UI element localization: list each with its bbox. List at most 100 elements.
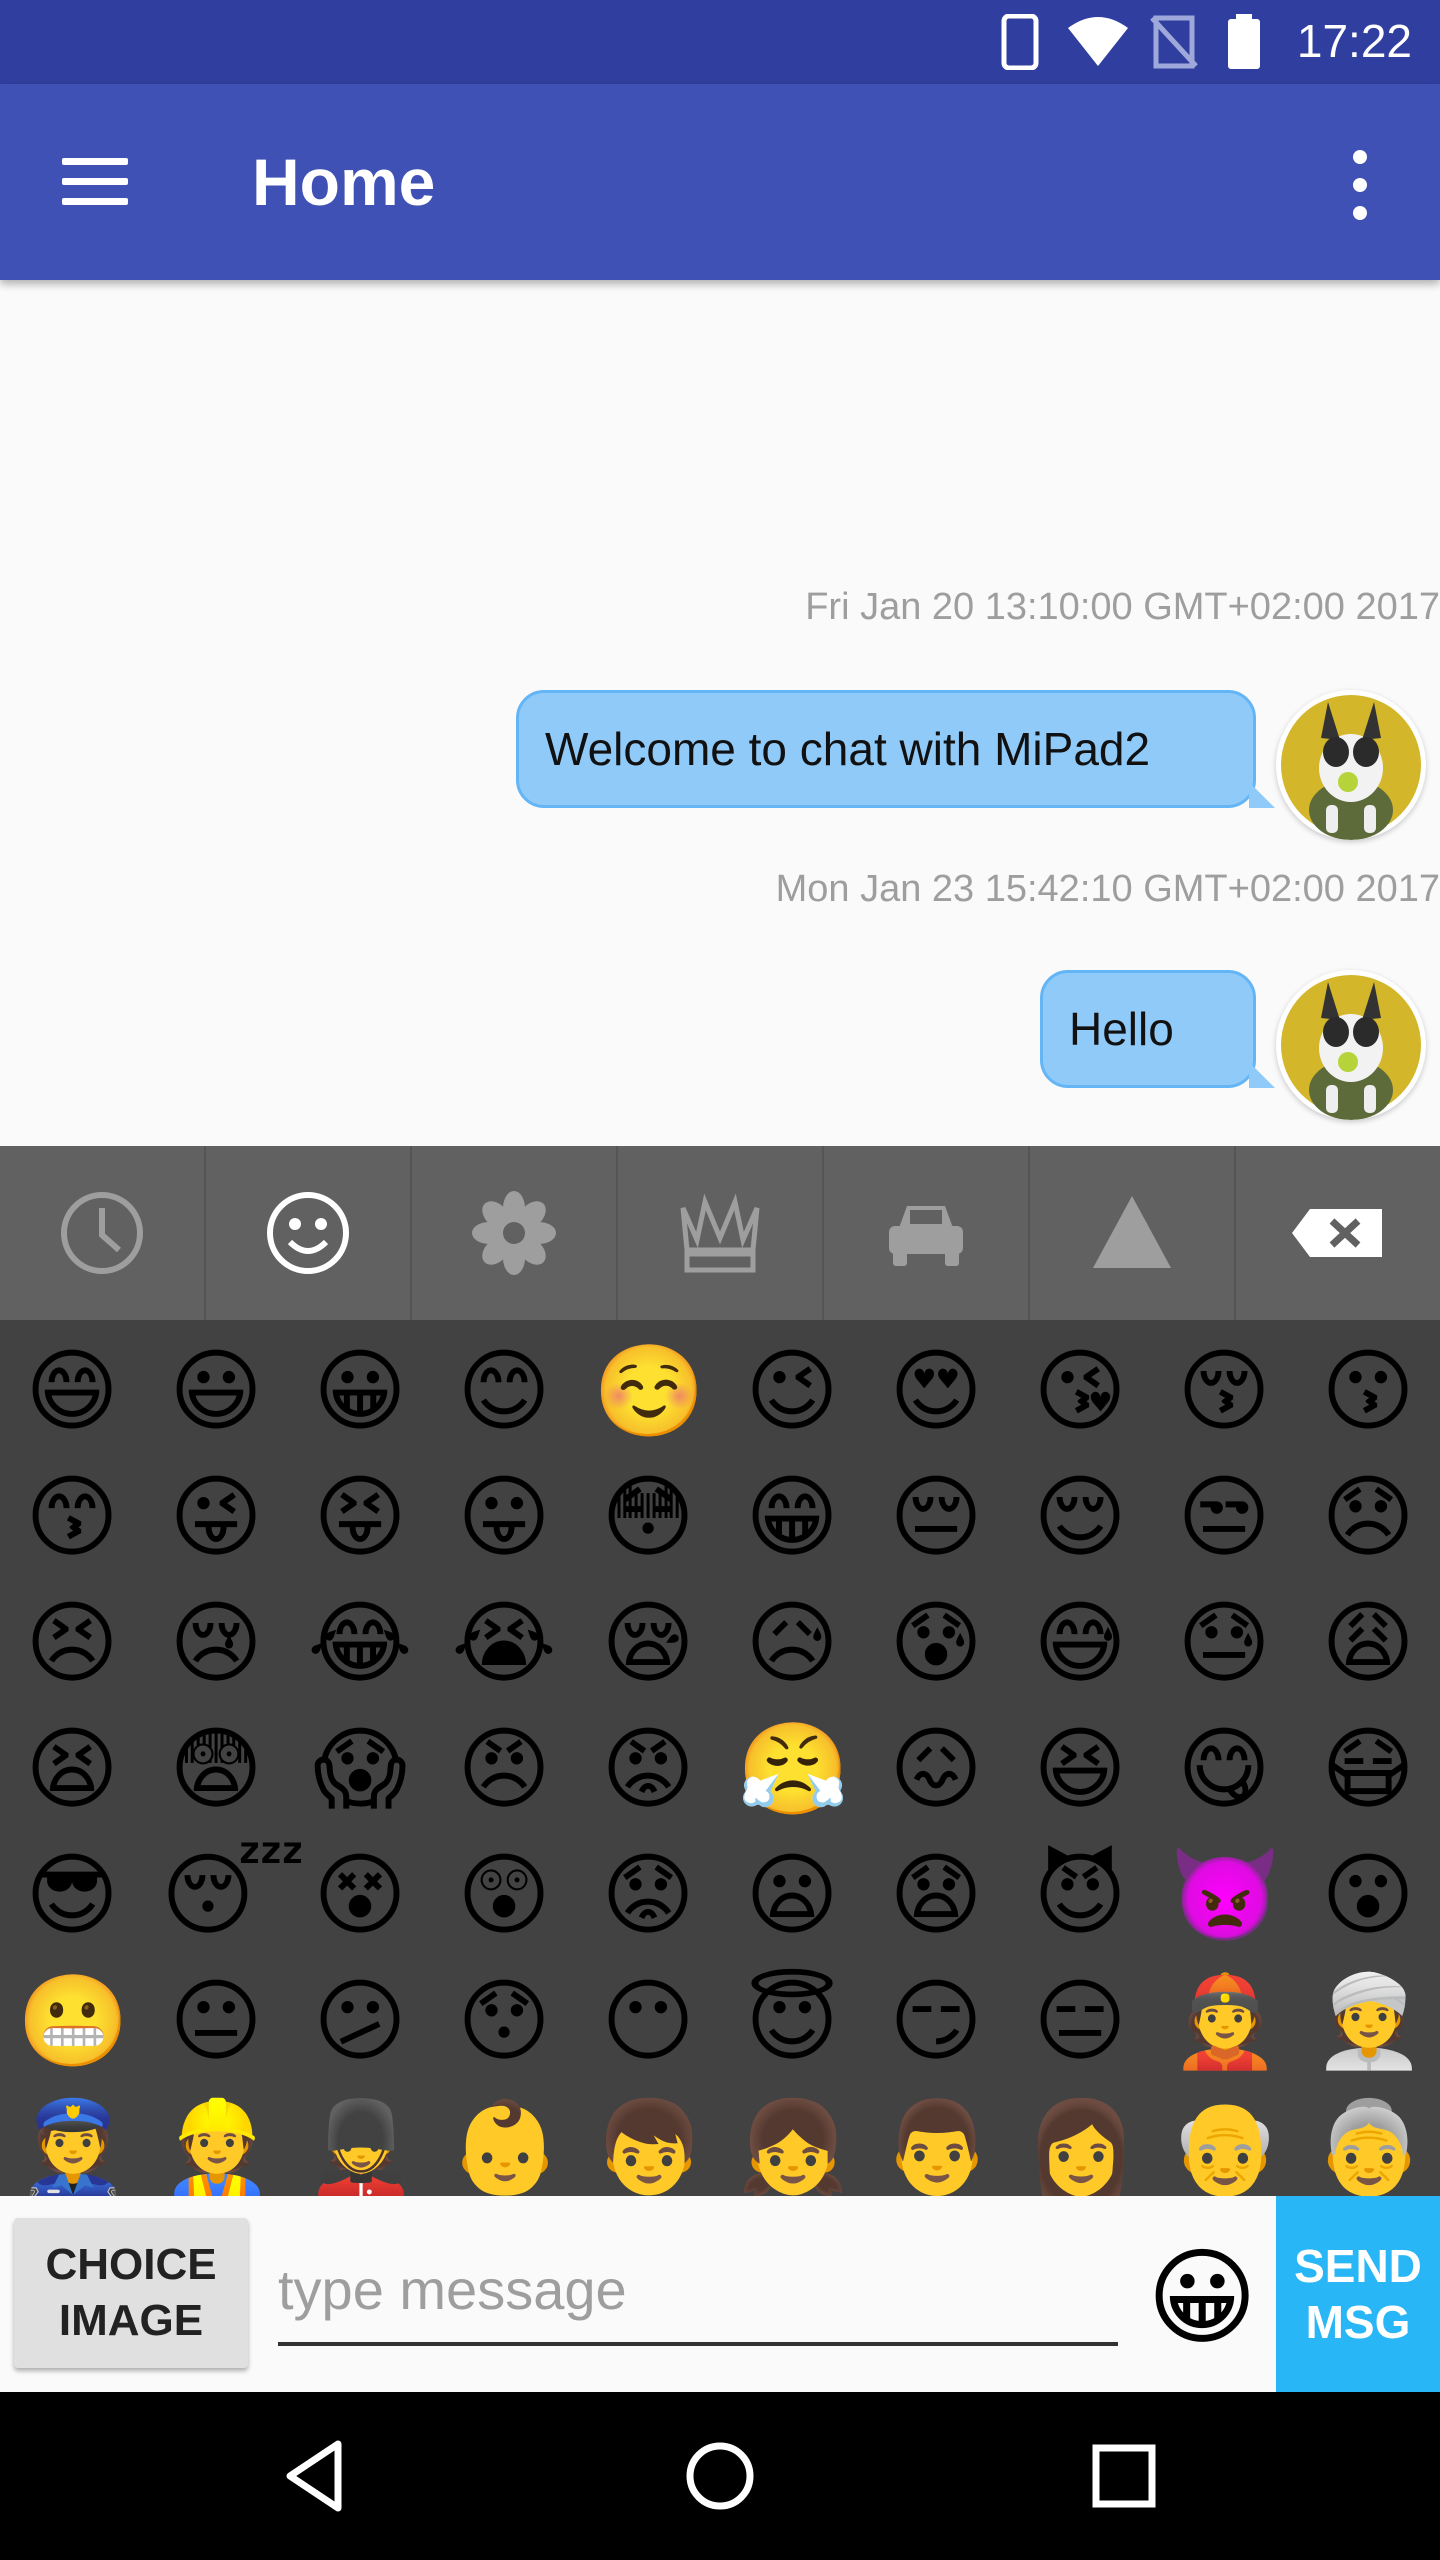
app-bar: Home xyxy=(0,84,1440,280)
emoji-key[interactable]: 😡 xyxy=(593,1715,703,1825)
emoji-key[interactable]: 😮 xyxy=(1313,1841,1423,1951)
emoji-key[interactable]: 😫 xyxy=(17,1715,127,1825)
emoji-key[interactable]: 😖 xyxy=(881,1715,991,1825)
emoji-key[interactable]: 👧 xyxy=(737,2093,849,2200)
smiley-icon xyxy=(267,1192,349,1274)
emoji-key[interactable]: 👵 xyxy=(1313,2093,1425,2200)
emoji-key[interactable]: 😪 xyxy=(593,1589,703,1699)
emoji-key[interactable]: 😴 xyxy=(161,1841,305,1951)
emoji-key[interactable]: 😱 xyxy=(305,1715,415,1825)
emoji-key[interactable]: 👿 xyxy=(1169,1841,1281,1951)
emoji-key[interactable]: 😁 xyxy=(737,1463,847,1573)
emoji-key[interactable]: 😊 xyxy=(449,1337,559,1447)
emoji-key[interactable]: 😎 xyxy=(17,1841,127,1951)
tab-nature[interactable] xyxy=(412,1146,618,1320)
emoji-key[interactable]: 😆 xyxy=(1025,1715,1135,1825)
emoji-key[interactable]: 😓 xyxy=(1169,1589,1279,1699)
recent-icon xyxy=(61,1192,143,1274)
send-message-button[interactable]: SEND MSG xyxy=(1276,2196,1440,2392)
emoji-key[interactable]: 😰 xyxy=(881,1589,991,1699)
emoji-key[interactable]: ☺️ xyxy=(593,1337,705,1447)
emoji-key[interactable]: 😠 xyxy=(449,1715,559,1825)
emoji-key[interactable]: 💂 xyxy=(305,2093,417,2200)
emoji-key[interactable]: 👲 xyxy=(1169,1967,1281,2077)
emoji-key[interactable]: 😌 xyxy=(1025,1463,1135,1573)
emoji-key[interactable]: 👦 xyxy=(593,2093,705,2200)
tab-places[interactable] xyxy=(824,1146,1030,1320)
home-icon[interactable] xyxy=(680,2436,760,2516)
emoji-key[interactable]: 😂 xyxy=(305,1589,415,1699)
emoji-key[interactable]: 😩 xyxy=(1313,1589,1423,1699)
emoji-key[interactable]: 😉 xyxy=(737,1337,847,1447)
message-input-bar: CHOICE IMAGE 😀 SEND MSG xyxy=(0,2196,1440,2392)
battery-icon xyxy=(1228,14,1260,69)
emoji-key[interactable]: 😕 xyxy=(305,1967,415,2077)
back-icon[interactable] xyxy=(276,2436,356,2516)
flower-icon xyxy=(472,1191,556,1275)
emoji-key[interactable]: 😟 xyxy=(593,1841,703,1951)
emoji-key[interactable]: 😯 xyxy=(449,1967,559,2077)
emoji-key[interactable]: 😲 xyxy=(449,1841,559,1951)
backspace-icon xyxy=(1292,1209,1382,1257)
choice-image-button[interactable]: CHOICE IMAGE xyxy=(14,2218,248,2368)
emoji-key[interactable]: 😑 xyxy=(1025,1967,1135,2077)
emoji-key[interactable]: 😛 xyxy=(449,1463,559,1573)
message-input[interactable] xyxy=(278,2236,1118,2346)
emoji-key[interactable]: 😭 xyxy=(449,1589,559,1699)
emoji-key[interactable]: 👴 xyxy=(1169,2093,1281,2200)
message-timestamp: Fri Jan 20 13:10:00 GMT+02:00 2017 xyxy=(805,586,1440,628)
emoji-key[interactable]: 😵 xyxy=(305,1841,415,1951)
message-bubble[interactable]: Welcome to chat with MiPad2 xyxy=(516,690,1275,808)
backspace-button[interactable] xyxy=(1236,1146,1440,1320)
emoji-key[interactable]: 😥 xyxy=(737,1589,847,1699)
emoji-key[interactable]: 👳 xyxy=(1313,1967,1425,2077)
tab-recent[interactable] xyxy=(0,1146,206,1320)
tab-objects[interactable] xyxy=(618,1146,824,1320)
emoji-key[interactable]: 😦 xyxy=(737,1841,847,1951)
avatar[interactable] xyxy=(1276,690,1426,840)
emoji-key[interactable]: 😣 xyxy=(17,1589,127,1699)
emoji-key[interactable]: 😧 xyxy=(881,1841,991,1951)
emoji-key[interactable]: 😒 xyxy=(1169,1463,1279,1573)
emoji-key[interactable]: 😜 xyxy=(161,1463,271,1573)
emoji-key[interactable]: 😝 xyxy=(305,1463,415,1573)
message-bubble[interactable]: Hello xyxy=(1040,970,1275,1088)
emoji-key[interactable]: 👶 xyxy=(449,2093,561,2200)
emoji-key[interactable]: 👷 xyxy=(161,2093,273,2200)
emoji-key[interactable]: 😶 xyxy=(593,1967,703,2077)
emoji-key[interactable]: 😔 xyxy=(881,1463,991,1573)
chat-messages[interactable]: Fri Jan 20 13:10:00 GMT+02:00 2017 Welco… xyxy=(0,280,1440,1146)
hamburger-menu-icon[interactable] xyxy=(62,158,132,206)
emoji-key[interactable]: 👨 xyxy=(881,2093,993,2200)
tab-symbols[interactable] xyxy=(1030,1146,1236,1320)
emoji-key[interactable]: 😚 xyxy=(1169,1337,1279,1447)
emoji-toggle-button[interactable]: 😀 xyxy=(1140,2236,1264,2360)
tab-smileys[interactable] xyxy=(206,1146,412,1320)
avatar[interactable] xyxy=(1276,970,1426,1120)
message-text: Welcome to chat with MiPad2 xyxy=(545,723,1151,775)
emoji-key[interactable]: 😢 xyxy=(161,1589,271,1699)
emoji-key[interactable]: 😞 xyxy=(1313,1463,1423,1573)
emoji-key[interactable]: 😐 xyxy=(161,1967,271,2077)
emoji-key[interactable]: 😨 xyxy=(161,1715,271,1825)
recents-icon[interactable] xyxy=(1084,2436,1164,2516)
emoji-key[interactable]: 😅 xyxy=(1025,1589,1135,1699)
emoji-key[interactable]: 😇 xyxy=(737,1967,847,2077)
emoji-key[interactable]: 😄 xyxy=(17,1337,127,1447)
emoji-key[interactable]: 👮 xyxy=(17,2093,129,2200)
emoji-key[interactable]: 👩 xyxy=(1025,2093,1137,2200)
emoji-key[interactable]: 😈 xyxy=(1025,1841,1135,1951)
emoji-key[interactable]: 😋 xyxy=(1169,1715,1279,1825)
emoji-key[interactable]: 😳 xyxy=(593,1463,703,1573)
emoji-key[interactable]: 😙 xyxy=(17,1463,127,1573)
emoji-key[interactable]: 😗 xyxy=(1313,1337,1423,1447)
emoji-key[interactable]: 😬 xyxy=(17,1967,129,2077)
emoji-key[interactable]: 😤 xyxy=(737,1715,849,1825)
emoji-key[interactable]: 😏 xyxy=(881,1967,991,2077)
emoji-key[interactable]: 😷 xyxy=(1313,1715,1423,1825)
emoji-key[interactable]: 😍 xyxy=(881,1337,991,1447)
emoji-key[interactable]: 😃 xyxy=(161,1337,271,1447)
more-options-icon[interactable] xyxy=(1340,150,1384,220)
emoji-key[interactable]: 😘 xyxy=(1025,1337,1135,1447)
emoji-key[interactable]: 😀 xyxy=(305,1337,415,1447)
